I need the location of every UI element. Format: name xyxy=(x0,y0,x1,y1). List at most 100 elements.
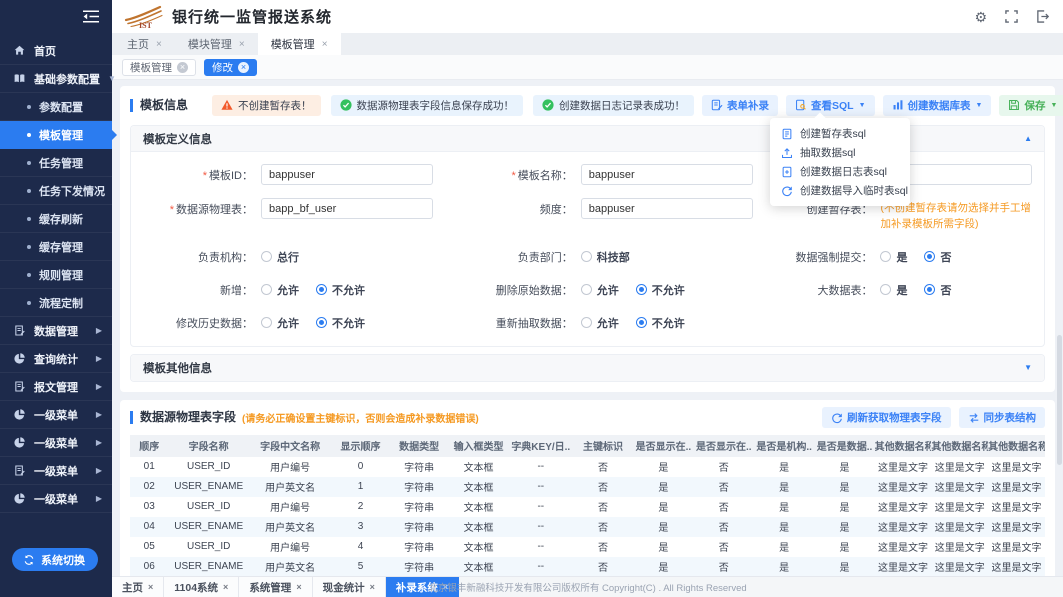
settings-gear-icon[interactable]: ⚙ xyxy=(974,10,987,24)
close-icon[interactable]: × xyxy=(156,39,162,50)
system-switch-button[interactable]: 系统切换 xyxy=(12,548,98,571)
bottom-tab-1104系统[interactable]: 1104系统× xyxy=(164,577,239,597)
field-label: 模板ID： xyxy=(135,164,253,183)
sidebar-item-参数配置[interactable]: 参数配置 xyxy=(0,93,112,121)
table-cell: 用户英文名 xyxy=(249,557,331,576)
模板名称-input[interactable] xyxy=(581,164,753,185)
sidebar-item-查询统计[interactable]: 查询统计▶ xyxy=(0,345,112,373)
template-info-panel: 模板信息 不创建暂存表！数据源物理表字段信息保存成功！创建数据日志记录表成功！ … xyxy=(120,86,1055,392)
sidebar-item-模板管理[interactable]: 模板管理 xyxy=(0,121,112,149)
sidebar-menu: 首页基础参数配置▼参数配置模板管理任务管理任务下发情况缓存刷新缓存管理规则管理流… xyxy=(0,33,112,513)
table-cell: 否 xyxy=(573,457,633,477)
chevron-right-icon: ▶ xyxy=(96,466,102,475)
logout-icon[interactable] xyxy=(1035,10,1049,24)
breadcrumb-chip-模板管理[interactable]: 模板管理× xyxy=(122,59,196,76)
close-circle-icon[interactable]: × xyxy=(238,62,249,73)
tab-主页[interactable]: 主页× xyxy=(114,33,175,55)
radio-option[interactable]: 不允许 xyxy=(636,315,685,331)
upload-icon xyxy=(781,147,793,159)
menu-item-创建数据导入临时表sql[interactable]: 创建数据导入临时表sql xyxy=(770,181,910,200)
频度-input[interactable] xyxy=(581,198,753,219)
field-label: 修改历史数据： xyxy=(135,312,253,331)
tab-模块管理[interactable]: 模块管理× xyxy=(175,33,258,55)
chevron-right-icon: ▶ xyxy=(96,438,102,447)
column-header: 顺序 xyxy=(130,435,168,457)
同步表结构-button[interactable]: 同步表结构 xyxy=(959,407,1046,428)
sidebar-item-一级菜单[interactable]: 一级菜单▶ xyxy=(0,429,112,457)
sidebar-item-缓存管理[interactable]: 缓存管理 xyxy=(0,233,112,261)
sidebar-item-一级菜单[interactable]: 一级菜单▶ xyxy=(0,485,112,513)
sidebar-item-报文管理[interactable]: 报文管理▶ xyxy=(0,373,112,401)
radio-option[interactable]: 不允许 xyxy=(316,315,365,331)
close-icon[interactable]: × xyxy=(223,582,228,592)
menu-item-创建数据日志表sql[interactable]: 创建数据日志表sql xyxy=(770,162,910,181)
menu-item-抽取数据sql[interactable]: 抽取数据sql xyxy=(770,143,910,162)
sidebar-item-规则管理[interactable]: 规则管理 xyxy=(0,261,112,289)
radio-option[interactable]: 否 xyxy=(924,282,951,298)
table-cell: 这里是文字 xyxy=(875,537,932,557)
模板ID-input[interactable] xyxy=(261,164,433,185)
app-root: 首页基础参数配置▼参数配置模板管理任务管理任务下发情况缓存刷新缓存管理规则管理流… xyxy=(0,0,1063,597)
创建数据库表-button[interactable]: 创建数据库表▼ xyxy=(883,95,992,116)
sidebar-item-一级菜单[interactable]: 一级菜单▶ xyxy=(0,457,112,485)
close-icon[interactable]: × xyxy=(148,582,153,592)
radio-option[interactable]: 不允许 xyxy=(636,282,685,298)
tab-模板管理[interactable]: 模板管理× xyxy=(258,33,341,55)
radio-option[interactable]: 允许 xyxy=(581,315,619,331)
breadcrumb-chip-修改[interactable]: 修改× xyxy=(204,59,257,76)
table-cell: 这里是文字 xyxy=(988,557,1045,576)
bottom-tab-主页[interactable]: 主页× xyxy=(112,577,164,597)
table-row[interactable]: 01USER_ID用户编号0字符串文本框--否是否是是这里是文字这里是文字这里是… xyxy=(130,457,1045,477)
sidebar-item-数据管理[interactable]: 数据管理▶ xyxy=(0,317,112,345)
copyright-text: 北京银丰新融科技开发有限公司版权所有 Copyright(C) . All Ri… xyxy=(428,577,746,597)
radio-option[interactable]: 是 xyxy=(880,249,907,265)
sidebar-item-一级菜单[interactable]: 一级菜单▶ xyxy=(0,401,112,429)
bottom-tab-系统管理[interactable]: 系统管理× xyxy=(239,577,312,597)
sidebar-item-首页[interactable]: 首页 xyxy=(0,37,112,65)
sidebar-item-流程定制[interactable]: 流程定制 xyxy=(0,289,112,317)
close-icon[interactable]: × xyxy=(296,582,301,592)
radio-option[interactable]: 允许 xyxy=(261,282,299,298)
table-row[interactable]: 04USER_ENAME用户英文名3字符串文本框--否是否是是这里是文字这里是文… xyxy=(130,517,1045,537)
sidebar-item-基础参数配置[interactable]: 基础参数配置▼ xyxy=(0,65,112,93)
view-sql-dropdown: 创建暂存表sql抽取数据sql创建数据日志表sql创建数据导入临时表sql xyxy=(770,118,910,206)
section-header-other[interactable]: 模板其他信息 ▼ xyxy=(131,355,1044,381)
close-circle-icon[interactable]: × xyxy=(177,62,188,73)
sidebar-item-缓存刷新[interactable]: 缓存刷新 xyxy=(0,205,112,233)
radio-option[interactable]: 不允许 xyxy=(316,282,365,298)
close-icon[interactable]: × xyxy=(239,39,245,50)
table-cell: -- xyxy=(509,537,573,557)
查看SQL-button[interactable]: 查看SQL▼ xyxy=(786,95,875,116)
table-row[interactable]: 03USER_ID用户编号2字符串文本框--否是否是是这里是文字这里是文字这里是… xyxy=(130,497,1045,517)
close-icon[interactable]: × xyxy=(322,39,328,50)
close-icon[interactable]: × xyxy=(370,582,375,592)
table-cell: 这里是文字 xyxy=(931,517,988,537)
radio-option[interactable]: 允许 xyxy=(581,282,619,298)
table-cell: 文本框 xyxy=(448,497,508,517)
sidebar-item-任务下发情况[interactable]: 任务下发情况 xyxy=(0,177,112,205)
表单补录-button[interactable]: 表单补录 xyxy=(702,95,778,116)
fullscreen-icon[interactable] xyxy=(1004,10,1018,24)
vertical-scrollbar[interactable] xyxy=(1057,335,1062,465)
table-cell: 否 xyxy=(573,477,633,497)
menu-fold-icon[interactable] xyxy=(83,10,99,23)
radio-option[interactable]: 科技部 xyxy=(581,249,630,265)
save-icon xyxy=(1008,99,1020,111)
radio-option[interactable]: 总行 xyxy=(261,249,299,265)
数据源物理表-input[interactable] xyxy=(261,198,433,219)
table-cell: 否 xyxy=(694,537,754,557)
bottom-tab-现金统计[interactable]: 现金统计× xyxy=(313,577,386,597)
radio-option[interactable]: 允许 xyxy=(261,315,299,331)
radio-option[interactable]: 是 xyxy=(880,282,907,298)
table-row[interactable]: 06USER_ENAME用户英文名5字符串文本框--否是否是是这里是文字这里是文… xyxy=(130,557,1045,576)
保存-button[interactable]: 保存▼ xyxy=(999,95,1063,116)
menu-item-创建暂存表sql[interactable]: 创建暂存表sql xyxy=(770,124,910,143)
table-cell: 否 xyxy=(694,557,754,576)
刷新获取物理表字段-button[interactable]: 刷新获取物理表字段 xyxy=(822,407,951,428)
table-row[interactable]: 02USER_ENAME用户英文名1字符串文本框--否是否是是这里是文字这里是文… xyxy=(130,477,1045,497)
field-label: 负责部门： xyxy=(461,246,573,265)
radio-option[interactable]: 否 xyxy=(924,249,951,265)
table-cell: 04 xyxy=(130,517,168,537)
table-row[interactable]: 05USER_ID用户编号4字符串文本框--否是否是是这里是文字这里是文字这里是… xyxy=(130,537,1045,557)
sidebar-item-任务管理[interactable]: 任务管理 xyxy=(0,149,112,177)
